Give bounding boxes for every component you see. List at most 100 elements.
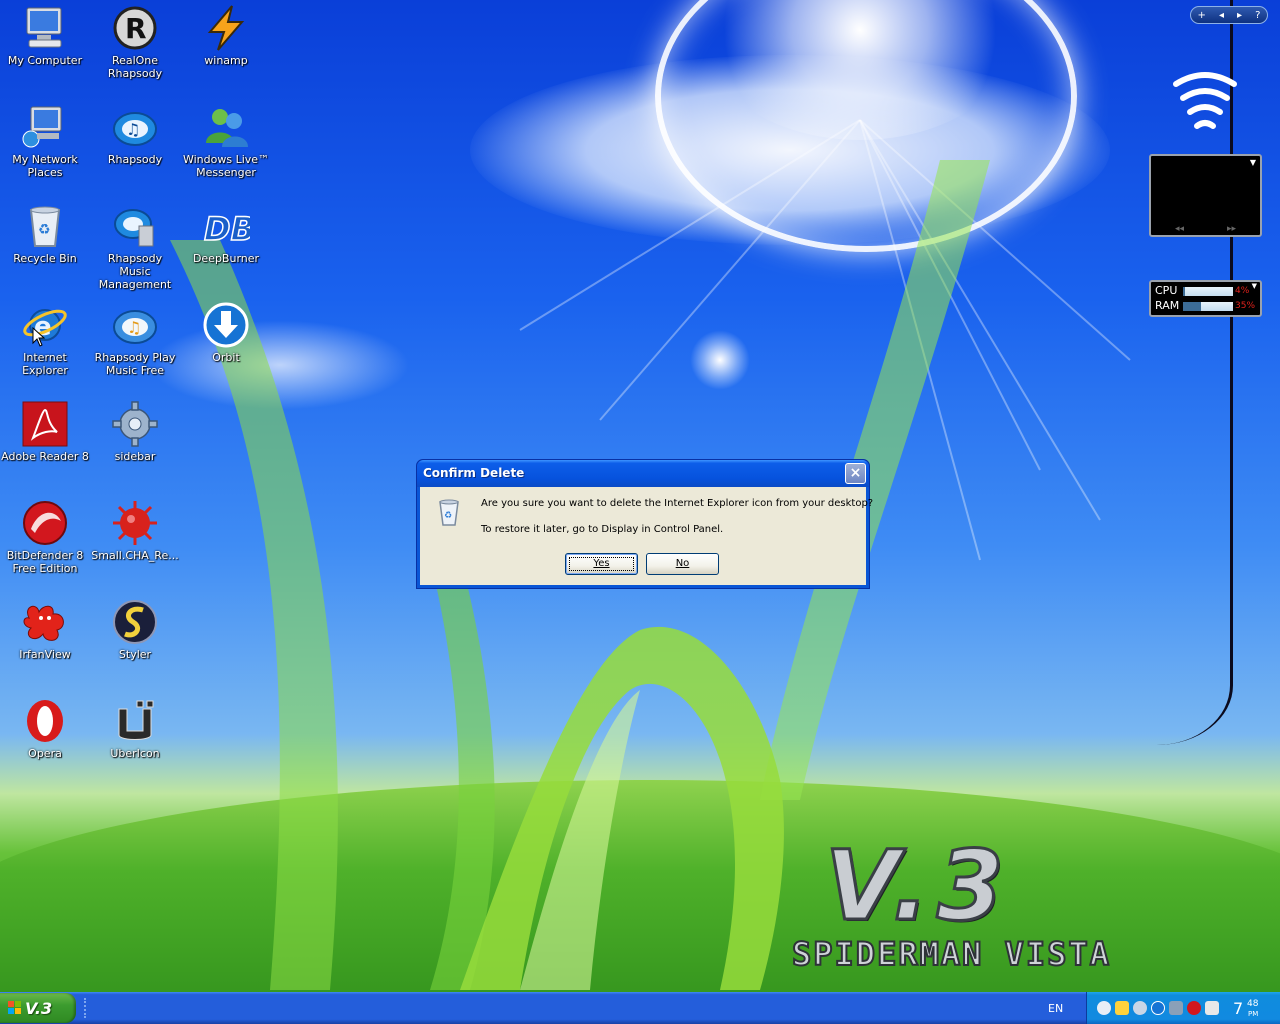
irfanview-icon xyxy=(21,598,69,646)
device-tray-icon[interactable] xyxy=(1169,1001,1183,1015)
desktop-icon-rhapsody-music-management[interactable]: Rhapsody Music Management xyxy=(91,202,179,291)
dialog-message: Are you sure you want to delete the Inte… xyxy=(481,498,874,509)
cpu-label: CPU xyxy=(1155,284,1178,297)
focus-rectangle xyxy=(569,557,634,571)
desktop-icon-small-cha-re[interactable]: Small.CHA_Re... xyxy=(91,499,179,562)
icon-label: UberIcon xyxy=(110,747,160,760)
styler-icon xyxy=(111,598,159,646)
icon-label: winamp xyxy=(204,54,248,67)
quick-launch-grip[interactable] xyxy=(84,998,90,1018)
wifi-signal-icon[interactable] xyxy=(1170,68,1240,140)
desktop-icon-opera[interactable]: Opera xyxy=(1,697,89,760)
svg-text:♫: ♫ xyxy=(127,318,141,337)
mouse-cursor-icon xyxy=(32,327,46,347)
sidebar-nav-bar: + ◂ ▸ ? xyxy=(1190,6,1268,24)
no-button-label: No xyxy=(675,558,690,569)
desktop-icon-realone-rhapsody[interactable]: R RealOne Rhapsody xyxy=(91,4,179,80)
sidebar-prev-button[interactable]: ◂ xyxy=(1219,10,1224,21)
clock-minute: 48 xyxy=(1247,999,1259,1009)
desktop-icon-rhapsody-play-music-free[interactable]: ♫ Rhapsody Play Music Free xyxy=(91,301,179,377)
desktop-icon-recycle-bin[interactable]: ♻ Recycle Bin xyxy=(1,202,89,265)
wallpaper-lens-flare xyxy=(690,330,750,390)
desktop-icon-windows-live-messenger[interactable]: Windows Live™ Messenger xyxy=(182,103,270,179)
wallpaper-logo: V.3 xyxy=(824,829,1012,944)
windows-flag-icon xyxy=(8,1001,21,1014)
rhapsody-icon: ♫ xyxy=(111,103,159,151)
dialog-title: Confirm Delete xyxy=(423,466,525,480)
desktop-icon-styler[interactable]: Styler xyxy=(91,598,179,661)
orbit-tray-icon[interactable] xyxy=(1151,1001,1165,1015)
icon-label: Recycle Bin xyxy=(13,252,77,265)
wallpaper-subtitle: SPIDERMAN VISTA xyxy=(791,934,1111,974)
desktop-icon-irfanview[interactable]: IrfanView xyxy=(1,598,89,661)
icon-label: My Computer xyxy=(7,54,83,67)
media-previous-button[interactable]: ◂◂ xyxy=(1175,224,1184,234)
icon-label: Styler xyxy=(118,648,152,661)
desktop-icon-sidebar[interactable]: sidebar xyxy=(91,400,179,463)
system-monitor-gadget[interactable]: ▼ CPU 4% RAM 35% xyxy=(1149,280,1262,317)
bitdefender-tray-icon[interactable] xyxy=(1187,1001,1201,1015)
desktop-icon-winamp[interactable]: winamp xyxy=(182,4,270,67)
svg-text:♻: ♻ xyxy=(38,222,51,238)
dialog-body: ♻ Are you sure you want to delete the In… xyxy=(420,487,873,585)
desktop-icon-ubericon[interactable]: UberIcon xyxy=(91,697,179,760)
icon-label: RealOne Rhapsody xyxy=(107,54,163,80)
rhapsody-play-icon: ♫ xyxy=(111,301,159,349)
start-label: V.3 xyxy=(25,999,53,1018)
sidebar-next-button[interactable]: ▸ xyxy=(1237,10,1242,21)
network-tray-icon[interactable] xyxy=(1115,1001,1129,1015)
messenger-icon xyxy=(202,103,250,151)
clock-ampm: PM xyxy=(1248,1010,1259,1018)
icon-label: Rhapsody Music Management xyxy=(98,252,172,291)
yes-button[interactable]: Yes xyxy=(565,553,638,575)
opera-icon xyxy=(21,697,69,745)
orbit-download-icon xyxy=(202,301,250,349)
media-next-button[interactable]: ▸▸ xyxy=(1227,224,1236,234)
language-indicator[interactable]: EN xyxy=(1048,1002,1063,1015)
icon-label: IrfanView xyxy=(19,648,71,661)
desktop-icon-bitdefender-8[interactable]: BitDefender 8 Free Edition xyxy=(1,499,89,575)
sidebar-help-button[interactable]: ? xyxy=(1255,10,1260,21)
sidebar-add-button[interactable]: + xyxy=(1198,10,1206,21)
svg-text:DB: DB xyxy=(204,210,250,248)
close-button[interactable]: × xyxy=(845,463,866,484)
media-options-arrow-icon[interactable]: ▼ xyxy=(1250,158,1256,167)
wallpaper-cloud xyxy=(470,55,1110,245)
bitdefender-icon xyxy=(21,499,69,547)
media-gadget[interactable]: ▼ ◂◂ ▸▸ xyxy=(1149,154,1262,237)
icon-label: Orbit xyxy=(212,351,240,364)
ubericon-icon xyxy=(111,697,159,745)
start-button[interactable]: V.3 xyxy=(0,993,76,1023)
cpu-meter: CPU 4% xyxy=(1153,284,1260,298)
recycle-bin-icon: ♻ xyxy=(21,202,69,250)
computer-icon xyxy=(21,4,69,52)
desktop-icon-orbit[interactable]: Orbit xyxy=(182,301,270,364)
desktop-icon-rhapsody[interactable]: ♫ Rhapsody xyxy=(91,103,179,166)
dialog-hint: To restore it later, go to Display in Co… xyxy=(481,524,724,535)
realone-icon: R xyxy=(111,4,159,52)
cpu-bar xyxy=(1183,287,1233,296)
ram-meter: RAM 35% xyxy=(1153,299,1260,313)
gear-tray-icon[interactable] xyxy=(1133,1001,1147,1015)
icon-label: Windows Live™ Messenger xyxy=(182,153,270,179)
deepburner-icon: DB xyxy=(202,202,255,250)
desktop-icon-adobe-reader-8[interactable]: Adobe Reader 8 xyxy=(1,400,89,463)
desktop-icon-my-computer[interactable]: My Computer xyxy=(1,4,89,67)
virus-icon xyxy=(111,499,159,547)
icon-label: sidebar xyxy=(114,450,156,463)
no-button[interactable]: No xyxy=(646,553,719,575)
confirm-delete-dialog: Confirm Delete × ♻ Are you sure you want… xyxy=(416,459,873,589)
recycle-bin-icon: ♻ xyxy=(439,499,459,526)
svg-text:♻: ♻ xyxy=(444,511,452,521)
desktop-icon-deepburner[interactable]: DB DeepBurner xyxy=(182,202,270,265)
ram-label: RAM xyxy=(1155,299,1180,312)
messenger-tray-icon[interactable] xyxy=(1097,1001,1111,1015)
desktop-icon-my-network-places[interactable]: My Network Places xyxy=(1,103,89,179)
clock-hour: 7 xyxy=(1233,999,1244,1018)
icon-label: BitDefender 8 Free Edition xyxy=(6,549,84,575)
dialog-titlebar[interactable]: Confirm Delete × xyxy=(417,460,869,487)
wallpaper-sun-glow xyxy=(700,0,1020,140)
svg-text:♫: ♫ xyxy=(126,120,140,139)
safely-remove-tray-icon[interactable] xyxy=(1205,1001,1219,1015)
icon-label: Internet Explorer xyxy=(22,351,68,377)
